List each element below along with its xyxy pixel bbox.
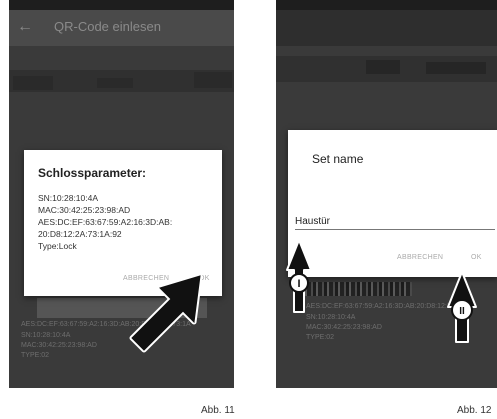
figure-caption: Abb. 11 — [201, 405, 235, 416]
marker-arrow-I: I — [286, 239, 312, 313]
pointer-arrow-icon — [129, 273, 203, 353]
marker-arrow-II: II — [447, 271, 477, 343]
annotation-layer: I II — [129, 239, 477, 353]
marker-label-II: II — [459, 306, 465, 317]
figure-caption: Abb. 12 — [457, 405, 492, 416]
marker-label-I: I — [297, 278, 300, 290]
